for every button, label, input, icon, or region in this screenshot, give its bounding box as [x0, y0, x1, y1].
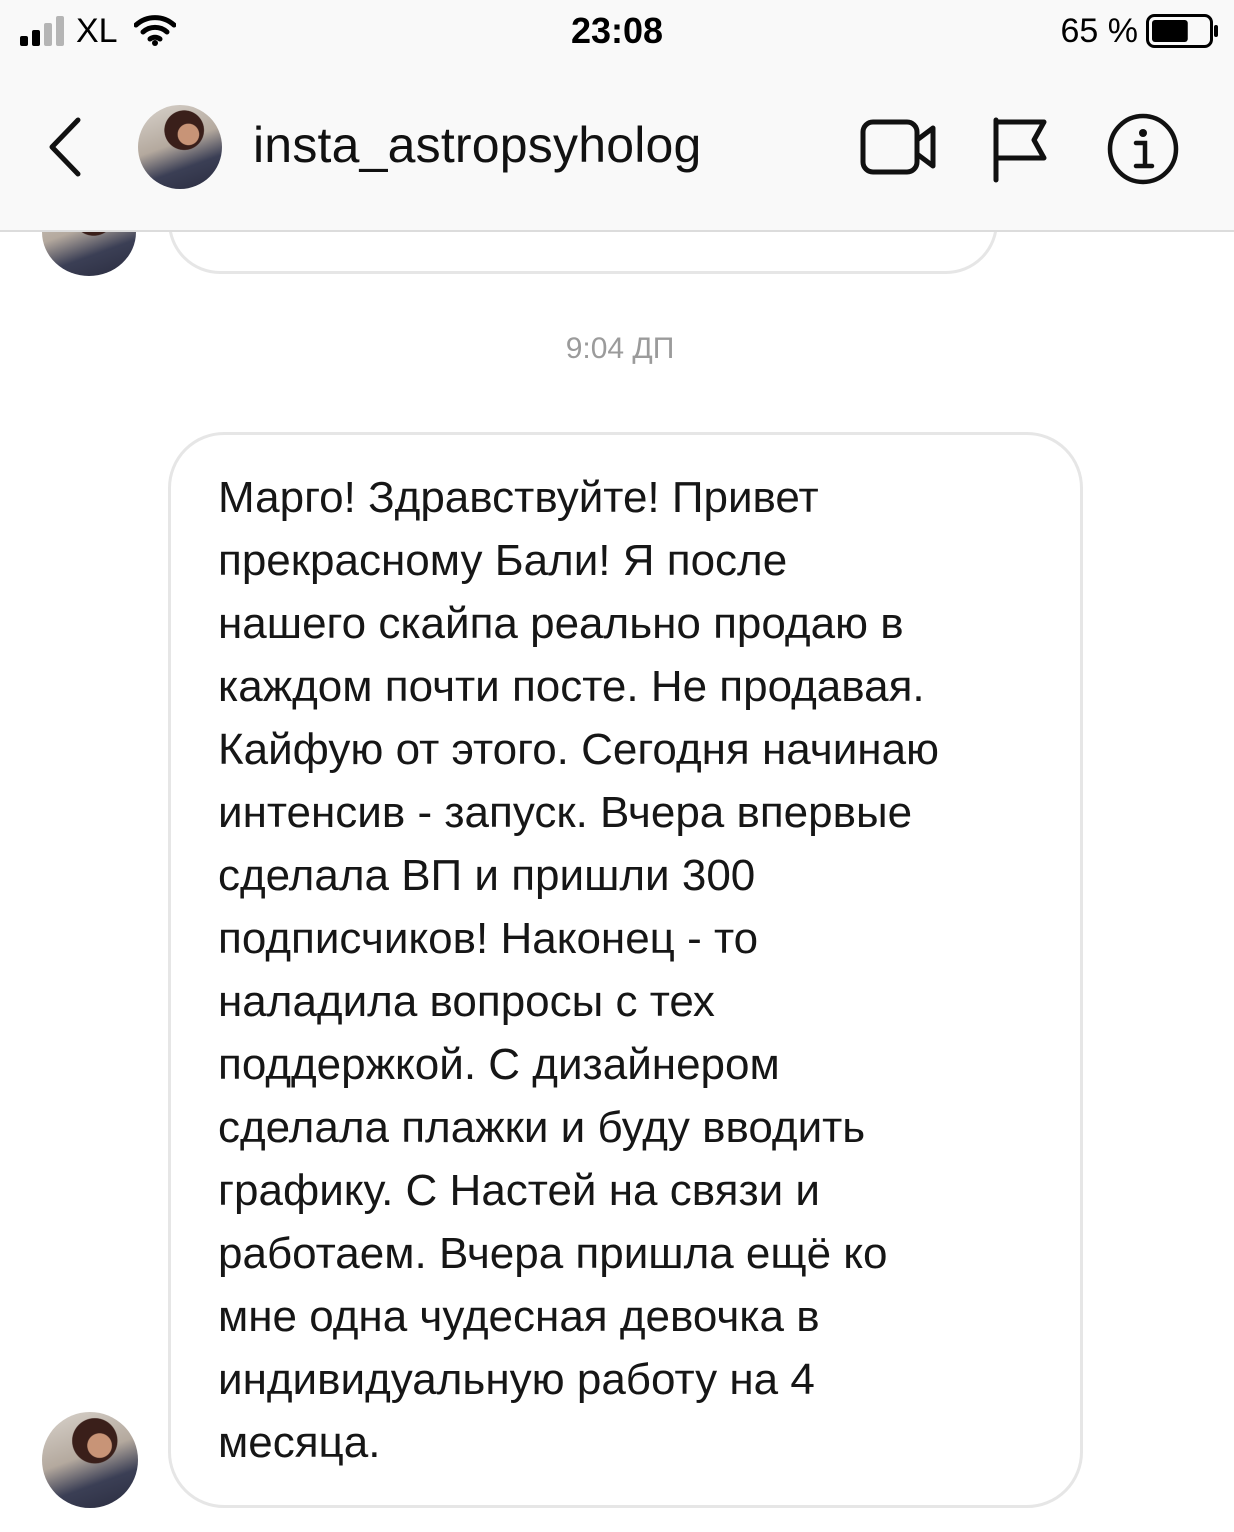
message-line: графику. С Настей на связи и — [218, 1166, 820, 1215]
avatar[interactable] — [138, 105, 222, 189]
clock: 23:08 — [570, 10, 664, 51]
message-line: мне одна чудесная девочка в — [218, 1292, 820, 1341]
message-text: Марго! Здравствуйте! Привет прекрасному Б… — [218, 466, 1048, 1474]
message-timestamp: 9:04 ДП — [565, 332, 675, 365]
video-camera-icon[interactable] — [860, 116, 938, 178]
message-line: месяца. — [218, 1418, 381, 1467]
message-line: сделала ВП и пришли 300 — [218, 851, 756, 900]
message-line: работаем. Вчера пришла ещё ко — [218, 1229, 888, 1278]
back-chevron-icon[interactable] — [40, 112, 94, 182]
username[interactable]: insta_astropsyholog — [253, 116, 702, 174]
message-line: интенсив - запуск. Вчера впервые — [218, 788, 913, 837]
info-icon[interactable] — [1106, 112, 1180, 186]
message-line: подписчиков! Наконец - то — [218, 914, 759, 963]
message-line: поддержкой. С дизайнером — [218, 1040, 780, 1089]
message-line: Марго! Здравствуйте! Привет — [218, 473, 819, 522]
message-line: наладила вопросы с тех — [218, 977, 715, 1026]
message-line: сделала плажки и буду вводить — [218, 1103, 866, 1152]
message-line: индивидуальную работу на 4 — [218, 1355, 815, 1404]
message-line: Кайфую от этого. Сегодня начинаю — [218, 725, 940, 774]
chat-header: insta_astropsyholog — [0, 70, 1234, 232]
battery-percent: 65 % — [1060, 12, 1139, 50]
message-line: нашего скайпа реально продаю в — [218, 599, 904, 648]
flag-icon[interactable] — [990, 114, 1050, 184]
battery-icon — [1146, 14, 1218, 48]
message-line: каждом почти посте. Не продавая. — [218, 662, 925, 711]
message-line: прекрасному Бали! Я после — [218, 536, 788, 585]
status-bar: XL 23:08 65 % — [0, 0, 1234, 70]
sender-avatar — [42, 1412, 138, 1508]
